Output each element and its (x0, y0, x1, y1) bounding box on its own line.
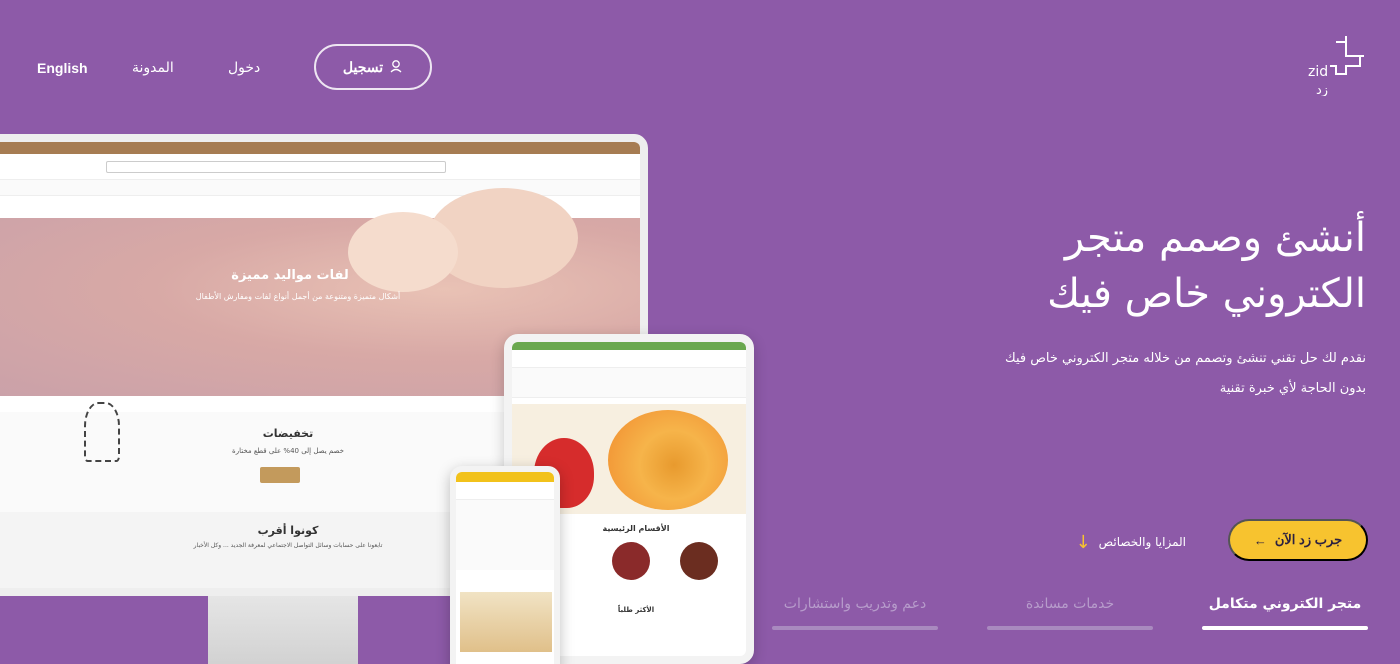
user-icon (389, 59, 403, 76)
hero-desc-line1: نقدم لك حل تقني تنشئ وتصمم من خلاله متجر… (1004, 351, 1366, 366)
tablet-topbar (512, 342, 746, 350)
tab-label: متجر الكتروني متكامل (1208, 596, 1362, 612)
register-button[interactable]: تسجيل (314, 44, 432, 90)
store-sale-title: تخفيضات (262, 427, 314, 440)
tab-indicator (772, 626, 938, 630)
blog-link[interactable]: المدونة (132, 60, 174, 76)
logo-latin: zid (1308, 64, 1328, 80)
tab-label: خدمات مساندة (1025, 596, 1115, 612)
tab-indicator (1202, 626, 1368, 630)
hero-title-line1: أنشئ وصمم متجر (1064, 215, 1366, 261)
apricot-image (608, 410, 728, 510)
store-search-input (106, 160, 446, 173)
hero-description: نقدم لك حل تقني تنشئ وتصمم من خلاله متجر… (726, 344, 1366, 404)
login-link[interactable]: دخول (228, 60, 260, 76)
store-hero-title: لفات مواليد مميزة (231, 268, 349, 283)
store-menu (0, 180, 640, 196)
arrow-down-icon: ↓ (1075, 531, 1091, 553)
tablet-best-title: الأكثر طلباً (617, 606, 655, 614)
tab-indicator (987, 626, 1153, 630)
store-sale-subtitle: خصم يصل إلى 40% على قطع مختارة (232, 447, 344, 455)
hero-title-line2: الكتروني خاص فيك (1047, 271, 1366, 317)
tab-training-consulting[interactable]: دعم وتدريب واستشارات (772, 596, 938, 636)
tablet-menu (512, 368, 746, 398)
hero-desc-line2: بدون الحاجة لأي خبرة تقنية (1219, 381, 1366, 396)
tablet-categories-title: الأقسام الرئيسية (602, 524, 670, 533)
zid-logo[interactable]: zid زد (1306, 32, 1368, 98)
tab-label: دعم وتدريب واستشارات (783, 596, 927, 612)
store-social-subtitle: تابعونا على حسابات وسائل التواصل الاجتما… (193, 542, 383, 549)
logo-arabic: زد (1316, 83, 1328, 96)
store-announcement-bar (0, 142, 640, 154)
store-header (0, 154, 640, 180)
top-nav: English المدونة دخول تسجيل (0, 44, 1400, 94)
store-sale-button (260, 467, 300, 483)
phone-menu (456, 500, 554, 570)
phone-header (456, 482, 554, 500)
monitor-stand (208, 594, 358, 664)
arrow-left-icon: ← (1253, 532, 1267, 548)
try-zid-button[interactable]: جرب زد الآن ← (1228, 519, 1368, 561)
phone-topbar (456, 472, 554, 482)
register-label: تسجيل (342, 58, 384, 75)
baby-foot-image (348, 212, 458, 292)
ornament-image (84, 402, 120, 462)
language-link-english[interactable]: English (37, 60, 88, 76)
features-label: المزايا والخصائص (1098, 535, 1186, 549)
tab-ecommerce-store[interactable]: متجر الكتروني متكامل (1202, 596, 1368, 636)
store-hero-subtitle: أشكال متميزة ومتنوعة من أجمل أنواع لفات … (195, 292, 401, 301)
tab-support-services[interactable]: خدمات مساندة (987, 596, 1153, 636)
tablet-header (512, 350, 746, 368)
hero-title: أنشئ وصمم متجر الكتروني خاص فيك (806, 210, 1366, 322)
phone-mockup (450, 466, 560, 664)
category-thumb (612, 542, 650, 580)
phone-product-image (460, 592, 552, 652)
category-thumb (680, 542, 718, 580)
features-link[interactable]: المزايا والخصائص ↓ (1066, 528, 1186, 556)
store-social-title: كونوا أقرب (257, 524, 319, 537)
try-zid-label: جرب زد الآن (1274, 532, 1343, 547)
